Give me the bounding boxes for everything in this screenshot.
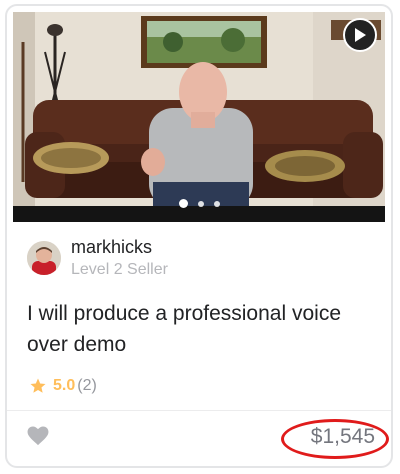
star-icon: [30, 378, 46, 393]
carousel-dot-1[interactable]: [178, 199, 188, 208]
avatar-image: [27, 241, 61, 276]
carousel-dot-3[interactable]: [213, 200, 220, 207]
rating: 5.0 (2): [29, 377, 97, 395]
heart-icon: [27, 426, 49, 446]
gig-thumbnail: [13, 12, 385, 222]
gig-price: $1,545: [310, 425, 375, 448]
rating-count: (2): [77, 377, 97, 394]
seller-username[interactable]: markhicks: [71, 237, 168, 258]
play-icon: [355, 28, 366, 42]
rating-score: 5.0: [53, 377, 76, 394]
play-button[interactable]: [343, 18, 377, 52]
carousel-dots: [13, 199, 385, 208]
gig-title[interactable]: I will produce a professional voice over…: [27, 298, 367, 360]
gig-card[interactable]: markhicks Level 2 Seller I will produce …: [5, 4, 393, 468]
carousel-dot-2[interactable]: [197, 200, 204, 207]
avatar[interactable]: [27, 241, 61, 276]
seller-info[interactable]: markhicks Level 2 Seller: [27, 237, 168, 278]
card-divider: [7, 410, 391, 411]
favorite-button[interactable]: [27, 426, 49, 451]
gig-media[interactable]: [13, 12, 385, 222]
seller-level: Level 2 Seller: [71, 260, 168, 278]
